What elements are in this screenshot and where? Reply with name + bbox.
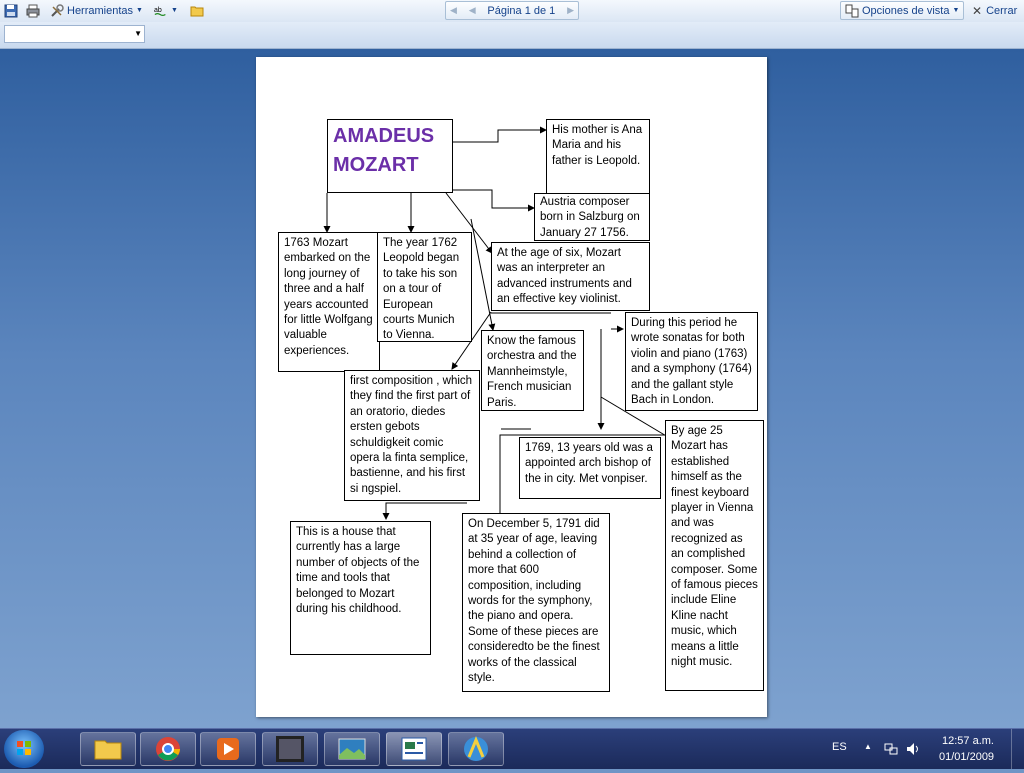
volume-icon[interactable] [906, 742, 922, 756]
printer-icon [26, 4, 40, 17]
chrome-icon [156, 737, 180, 761]
taskbar-app-thumbnail[interactable] [262, 732, 318, 766]
language-indicator[interactable]: ES [832, 741, 847, 753]
tools-label: Herramientas [67, 4, 134, 17]
svg-text:ab: ab [154, 6, 162, 13]
start-button[interactable] [4, 730, 44, 768]
tour-box: The year 1762 Leopold began to take his … [377, 232, 472, 342]
secondary-toolbar: ▼ [0, 22, 1024, 49]
taskbar-media-player[interactable] [200, 732, 256, 766]
app-thumbnail-icon [276, 736, 304, 762]
birth-box: Austria composer born in Salzburg on Jan… [534, 193, 650, 241]
close-button[interactable]: ✕ Cerrar [972, 2, 1017, 19]
messenger-icon [464, 736, 488, 761]
chevron-down-icon: ▼ [136, 7, 143, 14]
taskbar-publisher[interactable] [386, 732, 442, 766]
house-box: This is a house that currently has a lar… [290, 521, 431, 655]
print-button[interactable] [26, 2, 40, 19]
previous-page-icon[interactable]: ◀ [450, 5, 457, 16]
sonatas-box: During this period he wrote sonatas for … [625, 312, 758, 411]
clock-date[interactable]: 01/01/2009 [939, 751, 994, 763]
reading-toolbar: Herramientas ▼ ab ▼ ◀ ◀ Página 1 de 1 ▶ … [0, 0, 1024, 23]
show-desktop-button[interactable] [1011, 729, 1024, 769]
taskbar: ES ▲ 12:57 a.m. 01/01/2009 [0, 728, 1024, 769]
folder-icon [94, 740, 122, 760]
composition-box: first composition , which they find the … [344, 370, 480, 501]
document-icon [401, 737, 427, 761]
taskbar-explorer[interactable] [80, 732, 136, 766]
journey-box: 1763 Mozart embarked on the long journey… [278, 232, 380, 372]
tools-menu-button[interactable]: Herramientas ▼ [50, 2, 143, 19]
close-label: Cerrar [986, 4, 1018, 17]
chevron-down-icon: ▼ [171, 7, 178, 14]
orchestra-box: Know the famous orchestra and the Mannhe… [481, 330, 584, 411]
title-box: AMADEUS MOZART [327, 119, 453, 193]
archbishop-box: 1769, 13 years old was a appointed arch … [519, 437, 661, 499]
death-box: On December 5, 1791 did at 35 year of ag… [462, 513, 610, 692]
taskbar-messenger[interactable] [448, 732, 504, 766]
age-six-box: At the age of six, Mozart was an interpr… [491, 242, 650, 311]
close-icon: ✕ [972, 3, 983, 18]
page-indicator: Página 1 de 1 [487, 4, 556, 17]
taskbar-photo-viewer[interactable] [324, 732, 380, 766]
windows-logo-icon [17, 741, 31, 755]
save-icon [4, 4, 18, 17]
save-button[interactable] [4, 2, 18, 19]
age-25-box: By age 25 Mozart has established himself… [665, 420, 764, 691]
view-options-button[interactable]: Opciones de vista ▼ [840, 1, 965, 20]
next-page-icon[interactable]: ▶ [567, 5, 574, 16]
folder-button[interactable] [190, 2, 204, 19]
folder-icon [190, 6, 204, 16]
previous-page-icon[interactable]: ◀ [469, 5, 476, 16]
show-hidden-icons-icon[interactable]: ▲ [864, 742, 872, 751]
network-icon[interactable] [884, 742, 898, 756]
clock-time[interactable]: 12:57 a.m. [942, 735, 994, 747]
document-page: AMADEUS MOZART His mother is Ana Maria a… [256, 57, 767, 717]
spelling-button[interactable]: ab ▼ [154, 2, 178, 19]
system-tray: ES ▲ 12:57 a.m. 01/01/2009 [824, 729, 1024, 769]
parents-box: His mother is Ana Maria and his father i… [546, 119, 650, 194]
page-navigator: ◀ ◀ Página 1 de 1 ▶ [445, 1, 579, 20]
chevron-down-icon: ▼ [952, 7, 960, 14]
chevron-down-icon: ▼ [134, 29, 142, 38]
tools-icon [51, 3, 64, 17]
spellcheck-icon: ab [154, 6, 166, 16]
view-options-icon [845, 4, 859, 17]
style-combobox[interactable]: ▼ [4, 25, 145, 43]
view-options-label: Opciones de vista [862, 4, 950, 17]
photo-viewer-icon [338, 738, 366, 760]
media-player-icon [217, 738, 239, 760]
taskbar-chrome[interactable] [140, 732, 196, 766]
